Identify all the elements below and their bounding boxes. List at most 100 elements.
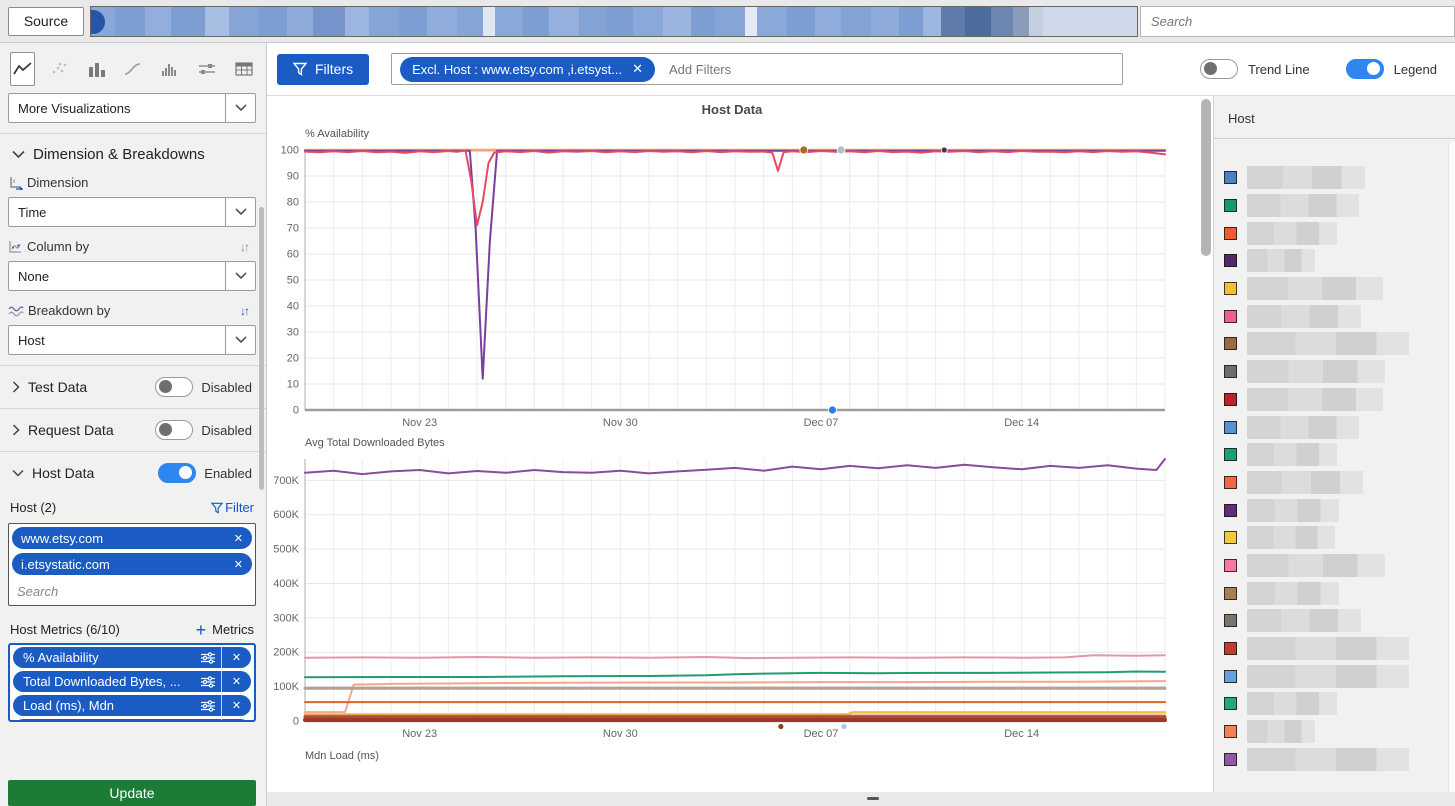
legend-item[interactable] — [1214, 718, 1455, 746]
svg-text:90: 90 — [287, 171, 299, 183]
legend-item[interactable] — [1214, 275, 1455, 303]
host-search-placeholder[interactable]: Search — [12, 579, 252, 602]
svg-text:60: 60 — [287, 249, 299, 261]
remove-metric-icon[interactable]: ✕ — [221, 647, 251, 668]
legend-item[interactable] — [1214, 330, 1455, 358]
svg-text:Dec 07: Dec 07 — [804, 417, 839, 429]
line-chart-icon[interactable] — [10, 52, 35, 86]
redacted-host-name — [1247, 416, 1359, 439]
dimension-label-row: x Dimension — [0, 173, 266, 197]
metric-settings-icon[interactable] — [195, 676, 221, 688]
legend-item[interactable] — [1214, 386, 1455, 414]
metric-settings-icon[interactable] — [195, 652, 221, 664]
column-by-select[interactable]: None — [8, 261, 256, 291]
legend-item[interactable] — [1214, 552, 1455, 580]
legend-toggle[interactable] — [1346, 59, 1384, 79]
timeline-minimap[interactable] — [90, 6, 1138, 37]
legend-swatch — [1224, 421, 1237, 434]
legend-item[interactable] — [1214, 192, 1455, 220]
legend-item[interactable] — [1214, 413, 1455, 441]
remove-metric-icon[interactable]: ✕ — [221, 695, 251, 716]
legend-swatch — [1224, 642, 1237, 655]
metric-pill[interactable]: Total Downloaded Bytes, ...✕ — [13, 671, 251, 692]
remove-filter-icon[interactable]: ✕ — [632, 61, 643, 77]
legend-item[interactable] — [1214, 524, 1455, 552]
request-data-label[interactable]: Request Data — [28, 422, 114, 438]
host-pill[interactable]: i.etsystatic.com✕ — [12, 553, 252, 575]
source-button[interactable]: Source — [8, 7, 84, 36]
remove-metric-icon[interactable]: ✕ — [221, 671, 251, 692]
metric-pill[interactable]: % Availability✕ — [13, 647, 251, 668]
host-metrics-row: Host Metrics (6/10) + Metrics — [0, 614, 266, 643]
test-data-label[interactable]: Test Data — [28, 379, 87, 395]
trend-line-toggle[interactable] — [1200, 59, 1238, 79]
remove-host-icon[interactable]: ✕ — [226, 532, 243, 545]
legend-swatch — [1224, 476, 1237, 489]
legend-item[interactable] — [1214, 247, 1455, 275]
curve-icon[interactable] — [121, 52, 146, 86]
legend-label: Legend — [1394, 62, 1437, 77]
update-button[interactable]: Update — [8, 780, 256, 806]
test-data-toggle[interactable] — [155, 377, 193, 397]
breakdown-by-select[interactable]: Host — [8, 325, 256, 355]
legend-item[interactable] — [1214, 358, 1455, 386]
legend-scrollbar-track[interactable] — [1448, 142, 1455, 792]
data-point-marker — [841, 724, 847, 730]
remove-host-icon[interactable]: ✕ — [226, 558, 243, 571]
metric-pill[interactable]: ✕ — [13, 719, 251, 722]
host-select-box[interactable]: www.etsy.com✕ i.etsystatic.com✕ Search — [8, 523, 256, 606]
legend-swatch — [1224, 670, 1237, 683]
dimension-select[interactable]: Time — [8, 197, 256, 227]
legend-item[interactable] — [1214, 745, 1455, 773]
legend-item[interactable] — [1214, 302, 1455, 330]
histogram-icon[interactable] — [158, 52, 183, 86]
filters-button[interactable]: Filters — [277, 54, 369, 85]
redacted-host-name — [1247, 277, 1383, 300]
table-icon[interactable] — [231, 52, 256, 86]
legend-swatch — [1224, 725, 1237, 738]
svg-text:x: x — [13, 179, 16, 185]
redacted-host-name — [1247, 194, 1359, 217]
search-input[interactable] — [1141, 7, 1454, 36]
filter-input[interactable]: Excl. Host : www.etsy.com ,i.etsyst... ✕… — [391, 53, 1123, 85]
main-scrollbar-thumb[interactable] — [1201, 99, 1211, 256]
request-data-toggle[interactable] — [155, 420, 193, 440]
metric-pill[interactable]: Load (ms), Mdn✕ — [13, 695, 251, 716]
host-data-toggle[interactable] — [158, 463, 196, 483]
sort-arrows-active-icon[interactable]: ↓↑ — [240, 304, 256, 318]
metrics-box[interactable]: % Availability✕ Total Downloaded Bytes, .… — [8, 643, 256, 722]
filter-chip[interactable]: Excl. Host : www.etsy.com ,i.etsyst... ✕ — [400, 57, 655, 82]
legend-item[interactable] — [1214, 662, 1455, 690]
legend-item[interactable] — [1214, 607, 1455, 635]
box-plot-icon[interactable] — [194, 52, 219, 86]
legend-item[interactable] — [1214, 635, 1455, 663]
dimension-breakdowns-header[interactable]: Dimension & Breakdowns — [0, 134, 266, 173]
legend-item[interactable] — [1214, 441, 1455, 469]
sidebar-scrollbar-thumb[interactable] — [259, 207, 264, 490]
remove-metric-icon[interactable]: ✕ — [221, 719, 251, 722]
scatter-plot-icon[interactable] — [47, 52, 72, 86]
funnel-icon — [211, 502, 223, 514]
svg-text:50: 50 — [287, 275, 299, 287]
legend-item[interactable] — [1214, 496, 1455, 524]
redacted-host-name — [1247, 471, 1363, 494]
plus-icon: + — [196, 624, 207, 636]
availability-axis-label: % Availability — [305, 128, 1199, 142]
legend-item[interactable] — [1214, 219, 1455, 247]
host-pill[interactable]: www.etsy.com✕ — [12, 527, 252, 549]
host-data-label[interactable]: Host Data — [32, 465, 94, 481]
metric-settings-icon[interactable] — [195, 700, 221, 712]
bar-chart-icon[interactable] — [84, 52, 109, 86]
legend-item[interactable] — [1214, 164, 1455, 192]
legend-item[interactable] — [1214, 469, 1455, 497]
legend-item[interactable] — [1214, 690, 1455, 718]
horizontal-scrollbar-thumb[interactable] — [867, 797, 879, 800]
redacted-host-name — [1247, 388, 1383, 411]
sort-arrows-icon[interactable]: ↓↑ — [240, 240, 256, 254]
redacted-host-name — [1247, 692, 1337, 715]
host-filter-link[interactable]: Filter — [211, 500, 254, 515]
legend-swatch — [1224, 227, 1237, 240]
add-metrics-button[interactable]: + Metrics — [196, 622, 254, 637]
legend-item[interactable] — [1214, 579, 1455, 607]
more-visualizations-dropdown[interactable]: More Visualizations — [8, 93, 256, 123]
